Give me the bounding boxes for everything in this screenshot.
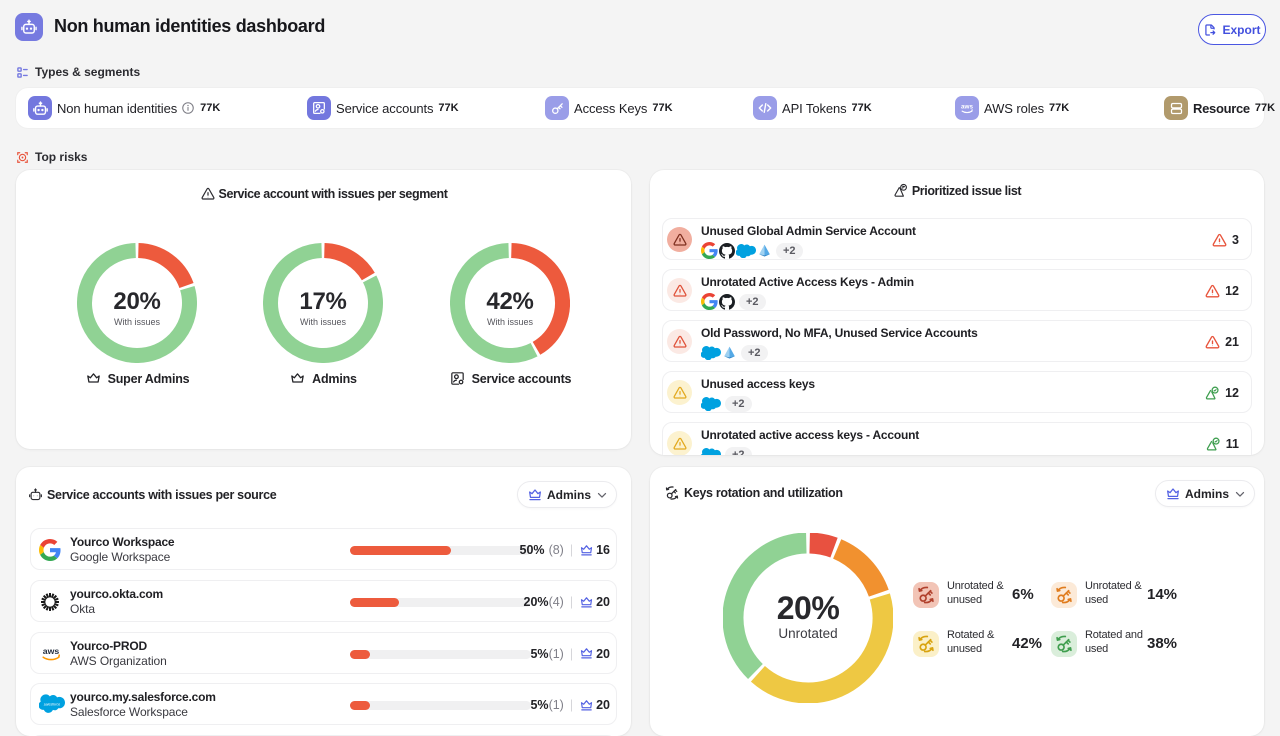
svg-text:aws: aws (43, 646, 60, 656)
svg-text:salesforce: salesforce (44, 702, 60, 706)
svg-text:aws: aws (961, 103, 973, 110)
